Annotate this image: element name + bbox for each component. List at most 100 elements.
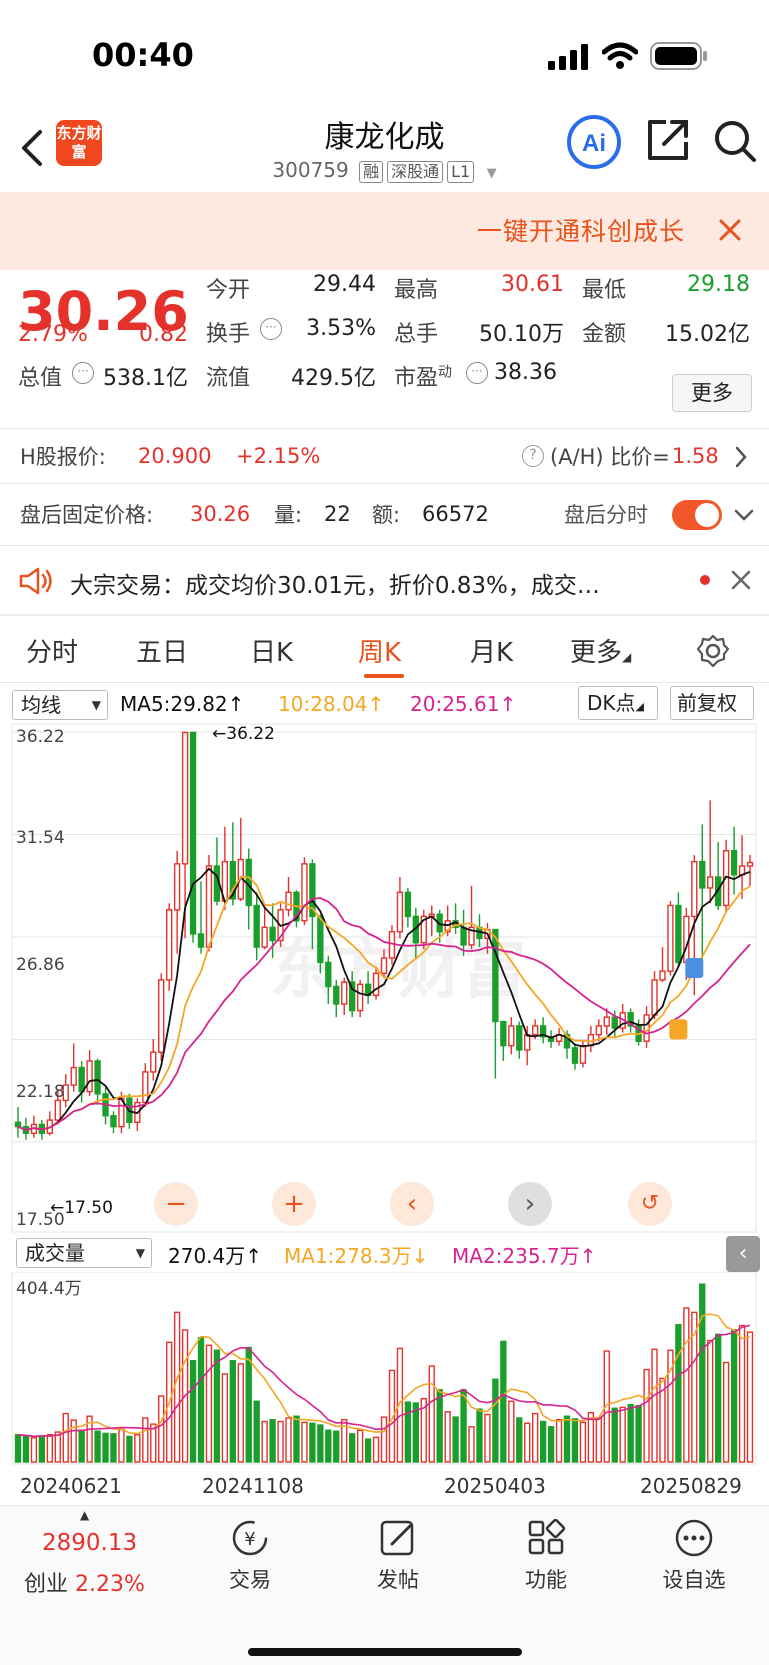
pe-value: 38.36 xyxy=(494,360,557,385)
tab-five-day[interactable]: 五日 xyxy=(136,632,188,669)
volume-indicator-selector[interactable]: 成交量 ▼ xyxy=(16,1238,152,1268)
low-label: 最低 xyxy=(582,278,627,303)
volume-bar xyxy=(301,1421,308,1463)
chevron-right-icon[interactable] xyxy=(734,446,748,468)
candle-body xyxy=(14,1121,22,1128)
volume-bar xyxy=(213,1349,221,1463)
volume-bar xyxy=(627,1404,634,1463)
active-tab-indicator xyxy=(364,674,404,678)
candle-body xyxy=(651,979,658,1016)
mktcap-label: 总值 xyxy=(18,366,63,391)
open-label: 今开 xyxy=(206,278,251,303)
hshare-row[interactable]: H股报价: 20.900 +2.15% ? (A/H) 比价= 1.58 xyxy=(0,430,769,482)
block-trade-notice[interactable]: 大宗交易：成交均价30.01元，折价0.83%，成交… xyxy=(0,546,769,614)
pan-left-button[interactable]: ‹ xyxy=(390,1182,434,1226)
candle-body xyxy=(181,731,189,865)
candle-body xyxy=(500,1020,507,1047)
reset-view-button[interactable]: ↺ xyxy=(628,1182,672,1226)
divider xyxy=(0,614,769,616)
pan-right-button[interactable]: › xyxy=(508,1182,552,1226)
candle-body xyxy=(325,961,332,988)
tab-daily-k[interactable]: 日K xyxy=(250,632,293,669)
volume-chart[interactable] xyxy=(0,1272,769,1470)
candle-body xyxy=(691,860,698,918)
candle-body xyxy=(611,1016,618,1029)
volume-bar xyxy=(611,1407,618,1463)
close-icon[interactable] xyxy=(731,570,751,590)
more-dots-icon xyxy=(634,1518,754,1560)
hshare-change: +2.15% xyxy=(236,444,321,468)
open-value: 29.44 xyxy=(313,272,376,297)
volume-bar xyxy=(555,1419,563,1463)
y-tick: 31.54 xyxy=(16,828,65,848)
functions-button[interactable]: 功能 xyxy=(486,1518,606,1594)
adjust-button[interactable]: 前复权 xyxy=(670,686,754,720)
zoom-out-button[interactable]: − xyxy=(154,1182,198,1226)
volume-bar xyxy=(651,1348,658,1463)
indicator-selector[interactable]: 均线 ▼ xyxy=(12,690,108,720)
post-button[interactable]: 发帖 xyxy=(338,1518,458,1594)
volume-bar xyxy=(524,1422,531,1463)
candle-body xyxy=(388,931,396,959)
promo-text[interactable]: 一键开通科创成长 xyxy=(477,212,685,248)
info-icon[interactable]: ··· xyxy=(260,318,282,340)
x-label: 20240621 xyxy=(20,1474,122,1498)
promo-banner[interactable]: 一键开通科创成长 xyxy=(0,192,769,270)
ma20-line xyxy=(17,897,751,1131)
afterhours-row: 盘后固定价格: 30.26 量: 22 额: 66572 盘后分时 xyxy=(0,486,769,542)
volume-bar xyxy=(364,1438,372,1463)
candle-body xyxy=(269,926,276,942)
speaker-icon xyxy=(19,567,52,595)
tab-weekly-k[interactable]: 周K xyxy=(358,632,401,669)
candle-body xyxy=(372,972,380,996)
index-value[interactable]: 2890.13 xyxy=(42,1530,137,1556)
y-tick: 26.86 xyxy=(16,955,65,975)
index-name[interactable]: 创业 2.23% xyxy=(24,1566,145,1598)
candle-body xyxy=(173,863,181,911)
volume-bar xyxy=(325,1429,332,1463)
home-indicator xyxy=(248,1648,522,1656)
battery-icon xyxy=(650,42,707,70)
dk-point-button[interactable]: DK点◢ xyxy=(578,686,658,720)
afterhours-toggle[interactable] xyxy=(672,500,722,530)
unread-dot xyxy=(700,575,710,585)
share-icon[interactable] xyxy=(646,118,690,162)
tab-more[interactable]: 更多◢ xyxy=(570,632,631,669)
volume-bar xyxy=(643,1368,650,1463)
tab-intraday[interactable]: 分时 xyxy=(26,632,78,669)
volume-bar xyxy=(460,1389,467,1463)
volume-bar xyxy=(150,1423,157,1463)
kline-chart[interactable]: 东方财富 xyxy=(0,722,769,1234)
settings-gear-icon[interactable] xyxy=(696,634,730,668)
x-label: 20250403 xyxy=(444,1474,546,1498)
afterhours-price: 30.26 xyxy=(190,502,251,526)
help-icon[interactable]: ? xyxy=(522,445,544,467)
close-icon[interactable] xyxy=(718,218,742,242)
afterhours-vol: 22 xyxy=(324,502,351,526)
candle-body xyxy=(333,985,340,1005)
ma10-value: 10:28.04↑ xyxy=(278,692,385,716)
volume-bar xyxy=(221,1373,229,1463)
collapse-panel-button[interactable]: ‹ xyxy=(726,1236,760,1272)
x-label: 20241108 xyxy=(202,1474,304,1498)
volume-bar xyxy=(675,1323,682,1463)
add-watchlist-button[interactable]: 设自选 xyxy=(634,1518,754,1594)
period-tabs: 分时 五日 日K 周K 月K 更多◢ xyxy=(0,618,769,682)
volume-bar xyxy=(14,1434,22,1463)
bottom-toolbar: ▲ 2890.13 创业 2.23% ¥ 交易 发帖 功能 设自选 xyxy=(0,1505,769,1665)
more-button[interactable]: 更多 xyxy=(672,374,752,412)
chevron-down-icon[interactable] xyxy=(734,508,754,522)
info-icon[interactable]: ··· xyxy=(72,362,94,384)
tab-monthly-k[interactable]: 月K xyxy=(470,632,513,669)
ai-assistant-icon[interactable]: Ai xyxy=(566,114,622,170)
svg-text:¥: ¥ xyxy=(244,1529,255,1550)
divider xyxy=(0,483,769,484)
info-icon[interactable]: ··· xyxy=(466,362,488,384)
search-icon[interactable] xyxy=(712,118,758,164)
candle-body xyxy=(396,891,404,933)
max-price-annotation: ←36.22 xyxy=(212,724,275,744)
volume-bar xyxy=(142,1417,149,1463)
zoom-in-button[interactable]: + xyxy=(272,1182,316,1226)
candle-body xyxy=(189,731,197,935)
trade-button[interactable]: ¥ 交易 xyxy=(190,1518,310,1594)
